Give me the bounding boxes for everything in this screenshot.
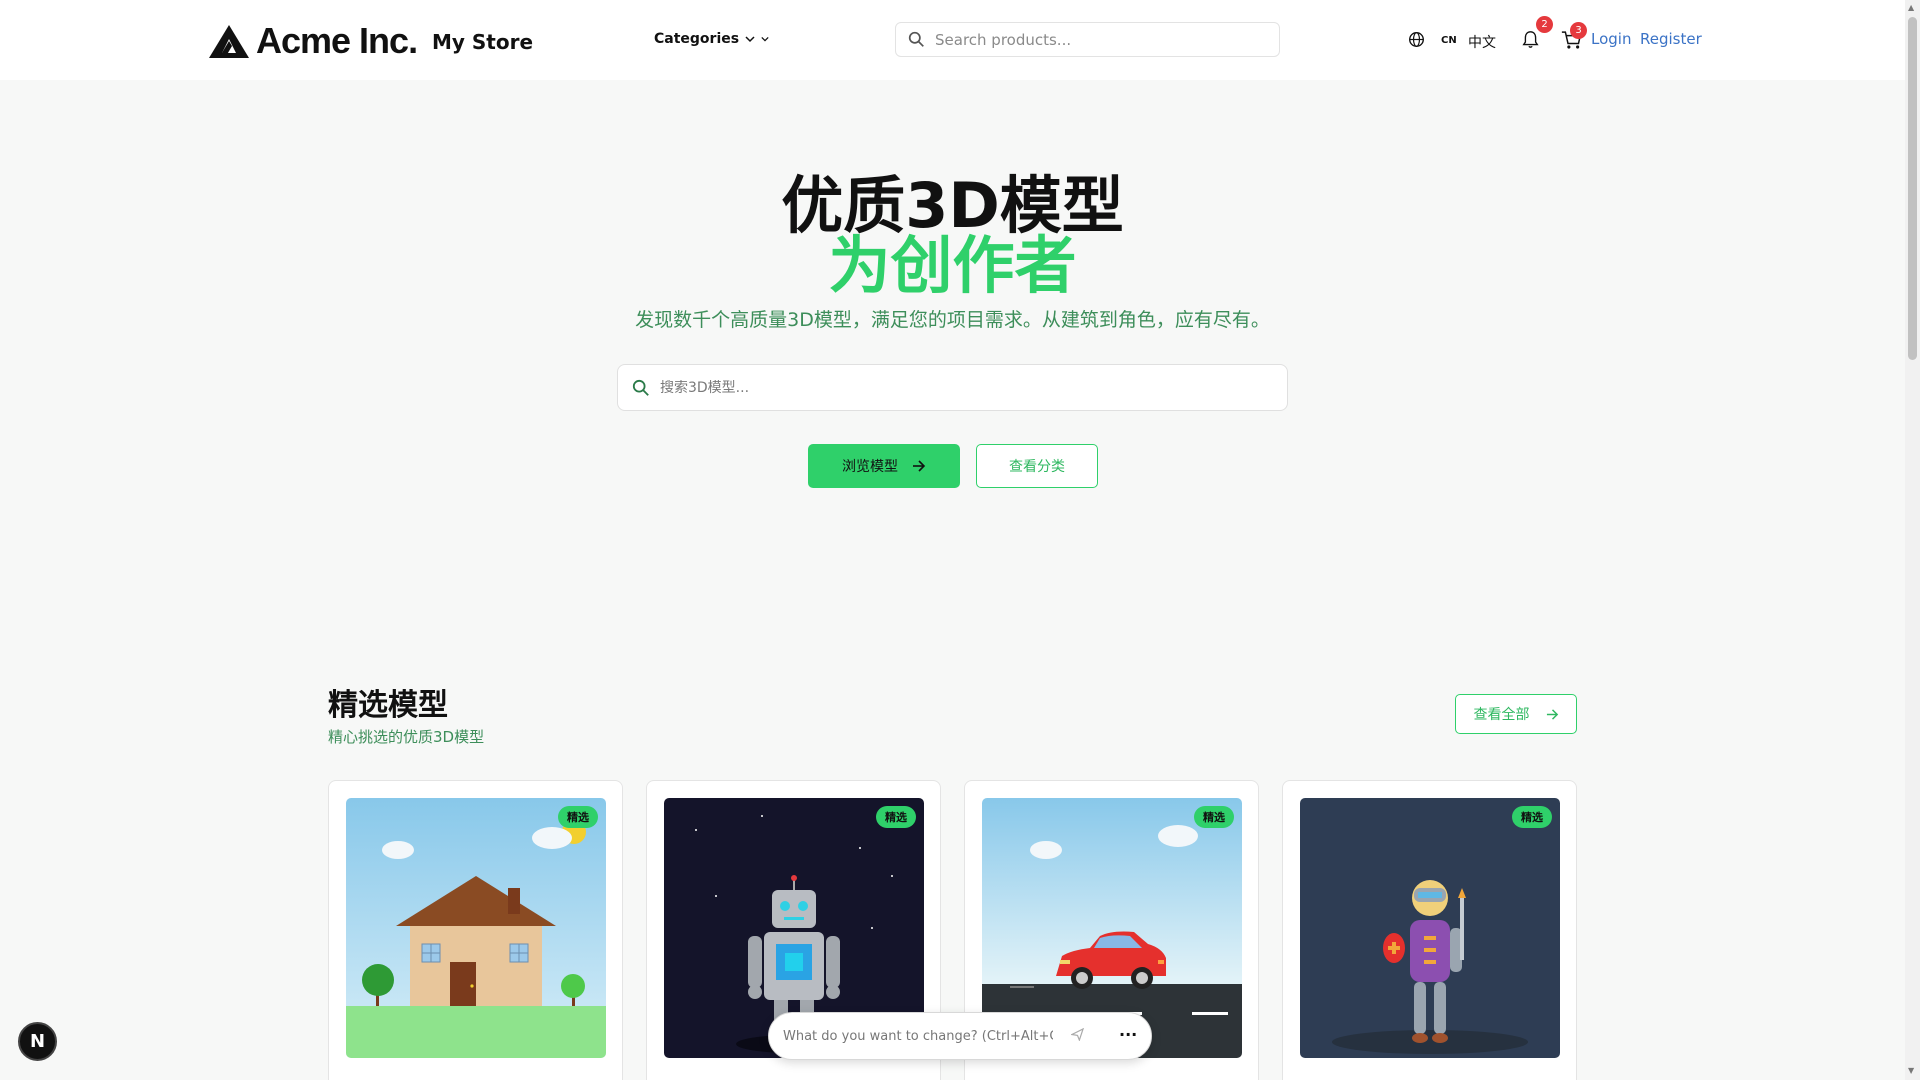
notifications-button[interactable]: 2 — [1522, 16, 1553, 53]
featured-title: 精选模型 — [328, 688, 448, 723]
scroll-down-icon[interactable]: ▼ — [1908, 1066, 1914, 1075]
hero-subtitle: 发现数千个高质量3D模型，满足您的项目需求。从建筑到角色，应有尽有。 — [635, 309, 1270, 331]
hero-search[interactable] — [617, 364, 1288, 411]
cart-badge: 3 — [1570, 22, 1587, 39]
page-scrollbar[interactable]: ▲ ▼ — [1905, 0, 1920, 1080]
header-search[interactable] — [895, 22, 1280, 57]
framework-badge[interactable]: N — [18, 1022, 57, 1061]
store-name: My Store — [432, 30, 534, 54]
chevron-down-icon — [745, 36, 755, 43]
arrow-right-icon — [1546, 708, 1558, 720]
ask-input[interactable] — [783, 1028, 1053, 1044]
logo[interactable]: Acme Inc. — [208, 20, 418, 62]
model-thumbnail — [346, 798, 606, 1058]
language-switch[interactable]: 中文 — [1468, 32, 1496, 52]
view-all-button[interactable]: 查看全部 — [1455, 694, 1577, 734]
search-icon — [908, 31, 924, 47]
categories-menu[interactable]: Categories — [654, 31, 769, 47]
view-categories-button[interactable]: 查看分类 — [976, 444, 1098, 488]
scrollbar-thumb[interactable] — [1908, 17, 1917, 360]
search-icon — [632, 379, 649, 396]
send-icon[interactable] — [1071, 1028, 1084, 1041]
globe-icon[interactable] — [1408, 31, 1425, 48]
character-model-image — [1300, 798, 1560, 1058]
featured-tag: 精选 — [876, 806, 916, 828]
house-model-image — [346, 798, 606, 1058]
language-code[interactable]: CN — [1441, 35, 1457, 46]
ask-bar[interactable]: ··· — [768, 1012, 1152, 1060]
model-card-character[interactable]: 精选 — [1282, 780, 1577, 1080]
categories-label: Categories — [654, 31, 740, 47]
arrow-right-icon — [913, 460, 926, 472]
view-all-label: 查看全部 — [1473, 707, 1530, 723]
login-link[interactable]: Login — [1591, 30, 1631, 48]
notification-badge: 2 — [1536, 16, 1553, 33]
register-link[interactable]: Register — [1640, 30, 1702, 48]
scroll-up-icon[interactable]: ▲ — [1908, 3, 1914, 12]
site-header: Acme Inc. My Store Categories CN 中文 2 3 … — [0, 0, 1905, 80]
more-options-icon[interactable]: ··· — [1119, 1025, 1137, 1044]
hero-search-input[interactable] — [660, 379, 1260, 396]
cart-button[interactable]: 3 — [1561, 22, 1587, 54]
browse-models-label: 浏览模型 — [842, 459, 898, 475]
featured-subtitle: 精心挑选的优质3D模型 — [328, 728, 485, 746]
featured-tag: 精选 — [1512, 806, 1552, 828]
logo-text: Acme Inc. — [256, 20, 418, 61]
featured-tag: 精选 — [558, 806, 598, 828]
bell-icon — [1522, 31, 1539, 48]
hero-title-highlight: 为创作者 — [828, 229, 1077, 302]
model-thumbnail — [1300, 798, 1560, 1058]
browse-models-button[interactable]: 浏览模型 — [808, 444, 960, 488]
logo-icon — [209, 25, 249, 58]
header-search-input[interactable] — [935, 30, 1255, 49]
featured-tag: 精选 — [1194, 806, 1234, 828]
chevron-down-icon — [761, 36, 769, 42]
model-card-house[interactable]: 精选 — [328, 780, 623, 1080]
